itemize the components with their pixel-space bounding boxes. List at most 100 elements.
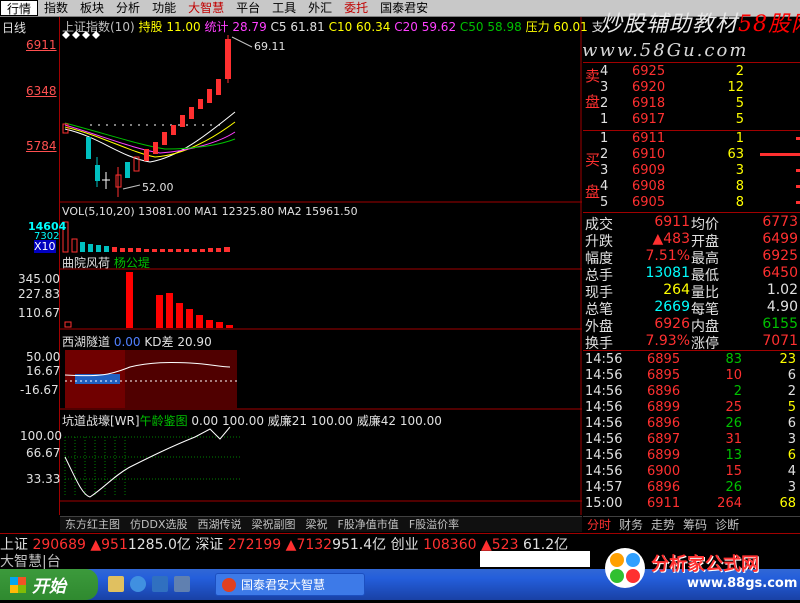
menu-item-9[interactable]: 委托 <box>338 0 374 16</box>
start-button[interactable]: 开始 <box>0 569 98 600</box>
buy-row[interactable]: 3 6909 3 <box>600 163 800 179</box>
quicklaunch-icon-2[interactable] <box>130 576 146 592</box>
status-progress <box>480 551 590 567</box>
indicator-tab[interactable]: F股溢价率 <box>404 517 464 532</box>
menu-item-6[interactable]: 平台 <box>230 0 266 16</box>
stat-value-1: 13081 <box>645 265 690 281</box>
vol-axis-3: X10 <box>34 240 56 253</box>
tick-row: 14:56 6900 15 4 <box>583 464 800 480</box>
menu-item-7[interactable]: 工具 <box>266 0 302 16</box>
tick-time: 14:56 <box>585 464 623 479</box>
tick-volume: 13 <box>725 448 742 463</box>
sell-volume: 12 <box>727 80 744 95</box>
tick-row: 14:56 6899 25 5 <box>583 400 800 416</box>
wr-sub: 午龄鉴图 <box>139 414 188 428</box>
buy-volume: 8 <box>735 179 744 194</box>
tick-time: 14:56 <box>585 448 623 463</box>
wr-label42: 威廉42 <box>356 414 397 428</box>
menu-item-4[interactable]: 功能 <box>146 0 182 16</box>
buy-row[interactable]: 4 6908 8 <box>600 179 800 195</box>
buy-label-2: 盘 <box>585 183 601 201</box>
menu-item-3[interactable]: 分析 <box>110 0 146 16</box>
wr-label21: 威廉21 <box>267 414 308 428</box>
menu-item-2[interactable]: 板块 <box>74 0 110 16</box>
tick-row: 14:56 6899 13 6 <box>583 448 800 464</box>
tick-row: 14:56 6896 2 2 <box>583 384 800 400</box>
sell-row[interactable]: 4 6925 2 <box>600 64 800 80</box>
tick-volume: 26 <box>725 416 742 431</box>
stat-row: 成交 6911 均价 6773 <box>585 214 800 233</box>
tunnel-axis-3: -16.67 <box>20 383 59 397</box>
menu-item-8[interactable]: 外汇 <box>302 0 338 16</box>
tick-row: 14:57 6896 26 3 <box>583 480 800 496</box>
buy-volume-bar <box>796 185 800 188</box>
tick-time: 14:56 <box>585 352 623 367</box>
start-label: 开始 <box>32 577 66 597</box>
buy-volume-bar <box>796 169 800 172</box>
sell-row[interactable]: 3 6920 12 <box>600 80 800 96</box>
tunnel-value: 0.00 <box>113 335 141 349</box>
tick-volume: 15 <box>725 464 742 479</box>
sell-price: 6918 <box>632 96 666 111</box>
menu-item-5[interactable]: 大智慧 <box>182 0 230 16</box>
sell-row[interactable]: 2 6918 5 <box>600 96 800 112</box>
tick-volume: 26 <box>725 480 742 495</box>
vol-header: VOL(5,10,20) 13081.00 MA1 12325.80 MA2 1… <box>62 205 358 218</box>
sell-price: 6920 <box>632 80 666 95</box>
wr-grid <box>64 436 240 497</box>
sell-level: 3 <box>600 80 609 95</box>
stat-value-2: 4.90 <box>766 299 798 315</box>
stat-row: 换手 7.93% 涨停 7071 <box>585 333 800 352</box>
indicator-tab[interactable]: F股净值市值 <box>332 517 403 532</box>
stat-value-1: 6911 <box>654 214 690 230</box>
menu-item-1[interactable]: 指数 <box>38 0 74 16</box>
tick-price: 6899 <box>647 448 681 463</box>
stat-value-2: 7071 <box>762 333 798 349</box>
quicklaunch-icon-1[interactable] <box>108 576 124 592</box>
quicklaunch-icon-3[interactable] <box>152 576 168 592</box>
buy-price: 6910 <box>632 147 666 162</box>
right-tab[interactable]: 财务 <box>615 517 647 532</box>
tunnel-header: 西湖隧道 0.00 KD差 20.90 <box>62 333 212 350</box>
buy-level: 4 <box>600 179 609 194</box>
tick-row: 14:56 6897 31 3 <box>583 432 800 448</box>
wr-v1: 0.00 <box>191 414 219 428</box>
buy-price: 6905 <box>632 195 666 210</box>
indicator-tab[interactable]: 梁祝 <box>300 517 332 532</box>
tick-price: 6897 <box>647 432 681 447</box>
buy-row[interactable]: 5 6905 8 <box>600 195 800 211</box>
taskbar-window-item[interactable]: 国泰君安大智慧 <box>215 573 365 596</box>
right-tab[interactable]: 走势 <box>647 517 679 532</box>
right-tab[interactable]: 诊断 <box>711 517 743 532</box>
watermark-text: 炒股辅助教材 <box>600 12 739 37</box>
tick-count: 6 <box>787 416 796 431</box>
tick-time: 14:56 <box>585 368 623 383</box>
buy-row[interactable]: 1 6911 1 <box>600 131 800 147</box>
tick-price: 6896 <box>647 416 681 431</box>
indicator-tab[interactable]: 梁祝副图 <box>246 517 300 532</box>
tick-row: 15:00 6911 264 68 <box>583 496 800 512</box>
high-annotation: 69.11 <box>254 40 286 53</box>
volume-bars <box>62 221 230 253</box>
windows-icon <box>10 576 26 593</box>
indicator-tab[interactable]: 西湖传说 <box>192 517 246 532</box>
tick-time: 14:56 <box>585 384 623 399</box>
support-label: 支 <box>591 20 604 34</box>
indicator-tab[interactable]: 东方红主图 <box>60 517 125 532</box>
daily-label[interactable]: 日线 <box>2 19 26 36</box>
tick-volume: 83 <box>725 352 742 367</box>
tick-price: 6900 <box>647 464 681 479</box>
tick-count: 5 <box>787 400 796 415</box>
tick-time: 14:56 <box>585 400 623 415</box>
sell-row[interactable]: 1 6917 5 <box>600 112 800 128</box>
menu-item-10[interactable]: 国泰君安 <box>374 0 434 16</box>
menu-item-0[interactable]: 行情 <box>0 0 39 16</box>
tick-price: 6911 <box>647 496 681 511</box>
wr-name: 坑道战壕[WR] <box>62 414 140 428</box>
stat-row: 升跌 ▲483 开盘 6499 <box>585 231 800 250</box>
quicklaunch-icon-4[interactable] <box>174 576 190 592</box>
indicator-tab[interactable]: 仿DDX选股 <box>125 517 192 532</box>
tick-count: 4 <box>787 464 796 479</box>
right-tab[interactable]: 筹码 <box>679 517 711 532</box>
right-tab[interactable]: 分时 <box>583 517 615 532</box>
